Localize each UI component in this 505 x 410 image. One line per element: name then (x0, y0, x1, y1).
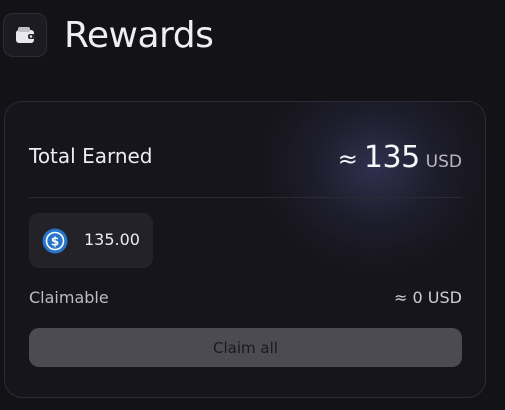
card-glow (260, 102, 485, 272)
claimable-label: Claimable (29, 288, 109, 307)
total-earned-row: Total Earned ≈ 135 USD (29, 140, 462, 180)
approx-symbol: ≈ (337, 145, 358, 173)
page-title: Rewards (64, 15, 214, 56)
claim-all-button[interactable]: Claim all (29, 328, 462, 367)
total-earned-label: Total Earned (29, 144, 153, 168)
token-amount: 135.00 (84, 230, 140, 249)
claimable-value: ≈ 0 USD (394, 288, 462, 307)
total-earned-value: ≈ 135 USD (338, 140, 462, 175)
wallet-glyph (16, 27, 35, 43)
wallet-icon (3, 13, 47, 57)
svg-text:$: $ (51, 235, 59, 249)
claimable-row: Claimable ≈ 0 USD (29, 288, 462, 310)
token-balance-chip: $ 135.00 (29, 213, 153, 268)
rewards-card: Total Earned ≈ 135 USD $ 135.00 Claimabl… (4, 101, 486, 398)
usdc-icon: $ (42, 228, 68, 254)
divider (29, 197, 462, 198)
total-earned-unit: USD (425, 152, 462, 172)
total-earned-amount: 135 (363, 140, 420, 175)
page-header: Rewards (0, 12, 505, 62)
